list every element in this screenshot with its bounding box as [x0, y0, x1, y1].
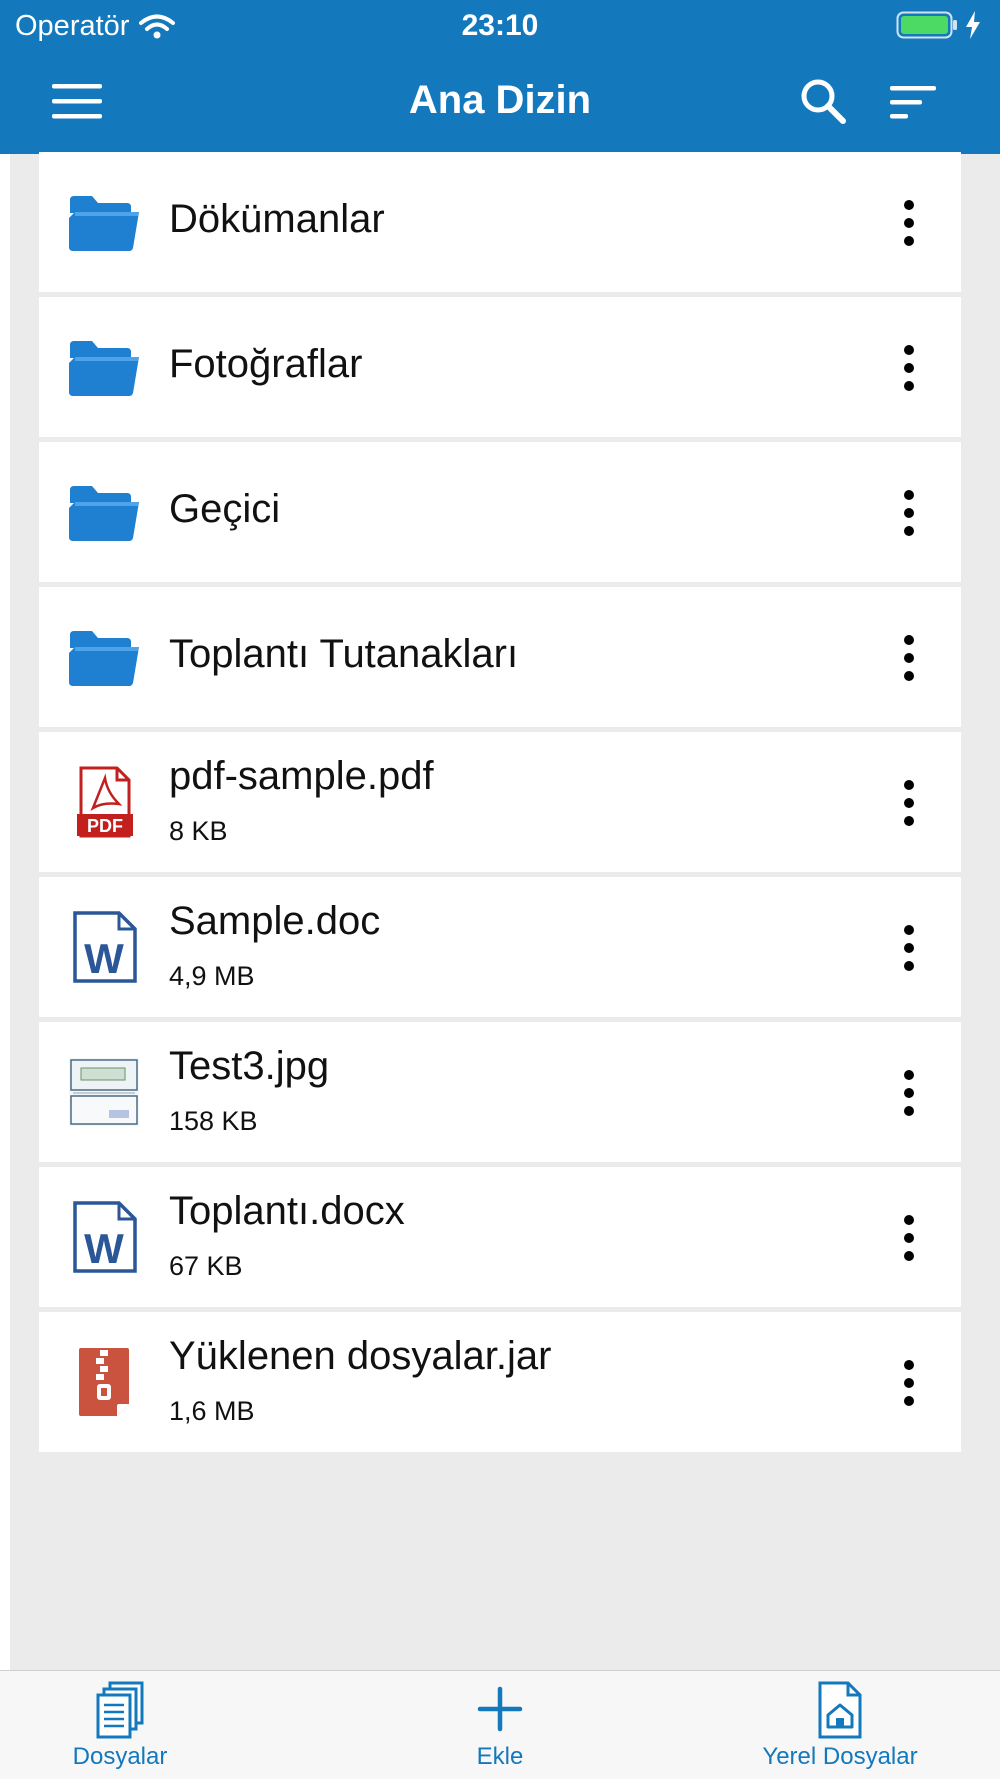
more-vertical-icon[interactable]	[897, 921, 921, 975]
status-bar: Operatör 23:10	[0, 0, 1000, 50]
folder-icon	[69, 196, 139, 251]
more-vertical-icon[interactable]	[897, 341, 921, 395]
list-item[interactable]: Dökümanlar	[39, 152, 961, 292]
file-name: Fotoğraflar	[169, 342, 363, 386]
tab-bar: Dosyalar Ekle Yerel Dosyalar	[0, 1670, 1000, 1779]
file-name: Sample.doc	[169, 899, 381, 943]
file-size: 158 KB	[169, 1106, 258, 1136]
more-vertical-icon[interactable]	[897, 631, 921, 685]
file-name: Toplantı.docx	[169, 1189, 405, 1233]
folder-icon	[69, 341, 139, 396]
folder-icon	[69, 486, 139, 541]
more-vertical-icon[interactable]	[897, 1211, 921, 1265]
list-item[interactable]: Test3.jpg 158 KB	[39, 1022, 961, 1162]
more-vertical-icon[interactable]	[897, 776, 921, 830]
svg-text:PDF: PDF	[87, 816, 123, 836]
sort-icon[interactable]	[890, 80, 938, 124]
file-name: Dökümanlar	[169, 197, 385, 241]
file-size: 4,9 MB	[169, 961, 255, 991]
tab-files[interactable]: Dosyalar	[10, 1681, 230, 1777]
archive-file-icon	[79, 1348, 129, 1416]
folder-icon	[69, 631, 139, 686]
page-title: Ana Dizin	[408, 78, 592, 122]
top-bar: Operatör 23:10 Ana Dizin	[0, 0, 1000, 154]
tab-add-label: Ekle	[476, 1743, 524, 1770]
list-item[interactable]: Geçici	[39, 442, 961, 582]
documents-icon	[96, 1681, 144, 1739]
more-vertical-icon[interactable]	[897, 1066, 921, 1120]
list-item[interactable]: PDF pdf-sample.pdf 8 KB	[39, 732, 961, 872]
more-vertical-icon[interactable]	[897, 196, 921, 250]
tab-add[interactable]: Ekle	[390, 1681, 610, 1777]
list-item[interactable]: W Toplantı.docx 67 KB	[39, 1167, 961, 1307]
tab-files-label: Dosyalar	[72, 1743, 168, 1770]
home-document-icon	[818, 1681, 862, 1739]
more-vertical-icon[interactable]	[897, 1356, 921, 1410]
file-size: 67 KB	[169, 1251, 243, 1281]
plus-icon	[477, 1686, 523, 1732]
search-icon[interactable]	[798, 76, 848, 126]
file-size: 1,6 MB	[169, 1396, 255, 1426]
battery-indicator	[896, 10, 982, 40]
clock: 23:10	[461, 9, 539, 42]
svg-text:W: W	[84, 1225, 124, 1272]
file-name: Yüklenen dosyalar.jar	[169, 1334, 552, 1378]
tab-local-files-label: Yerel Dosyalar	[762, 1743, 918, 1770]
list-item[interactable]: Yüklenen dosyalar.jar 1,6 MB	[39, 1312, 961, 1452]
file-name: Test3.jpg	[169, 1044, 330, 1088]
svg-text:W: W	[84, 935, 124, 982]
file-list: Dökümanlar Fotoğraflar Geçici Toplantı T…	[10, 152, 1000, 1670]
tab-local-files[interactable]: Yerel Dosyalar	[730, 1681, 950, 1777]
file-name: Toplantı Tutanakları	[169, 632, 519, 676]
file-size: 8 KB	[169, 816, 228, 846]
more-vertical-icon[interactable]	[897, 486, 921, 540]
nav-bar: Ana Dizin	[0, 60, 1000, 154]
list-item[interactable]: Toplantı Tutanakları	[39, 587, 961, 727]
list-item[interactable]: Fotoğraflar	[39, 297, 961, 437]
word-file-icon: W	[73, 1201, 137, 1273]
pdf-file-icon: PDF	[77, 766, 133, 838]
charging-icon	[966, 11, 980, 39]
battery-icon	[896, 11, 957, 39]
file-name: Geçici	[169, 487, 281, 531]
word-file-icon: W	[73, 911, 137, 983]
image-thumbnail	[69, 1058, 139, 1126]
list-item[interactable]: W Sample.doc 4,9 MB	[39, 877, 961, 1017]
file-name: pdf-sample.pdf	[169, 754, 434, 798]
